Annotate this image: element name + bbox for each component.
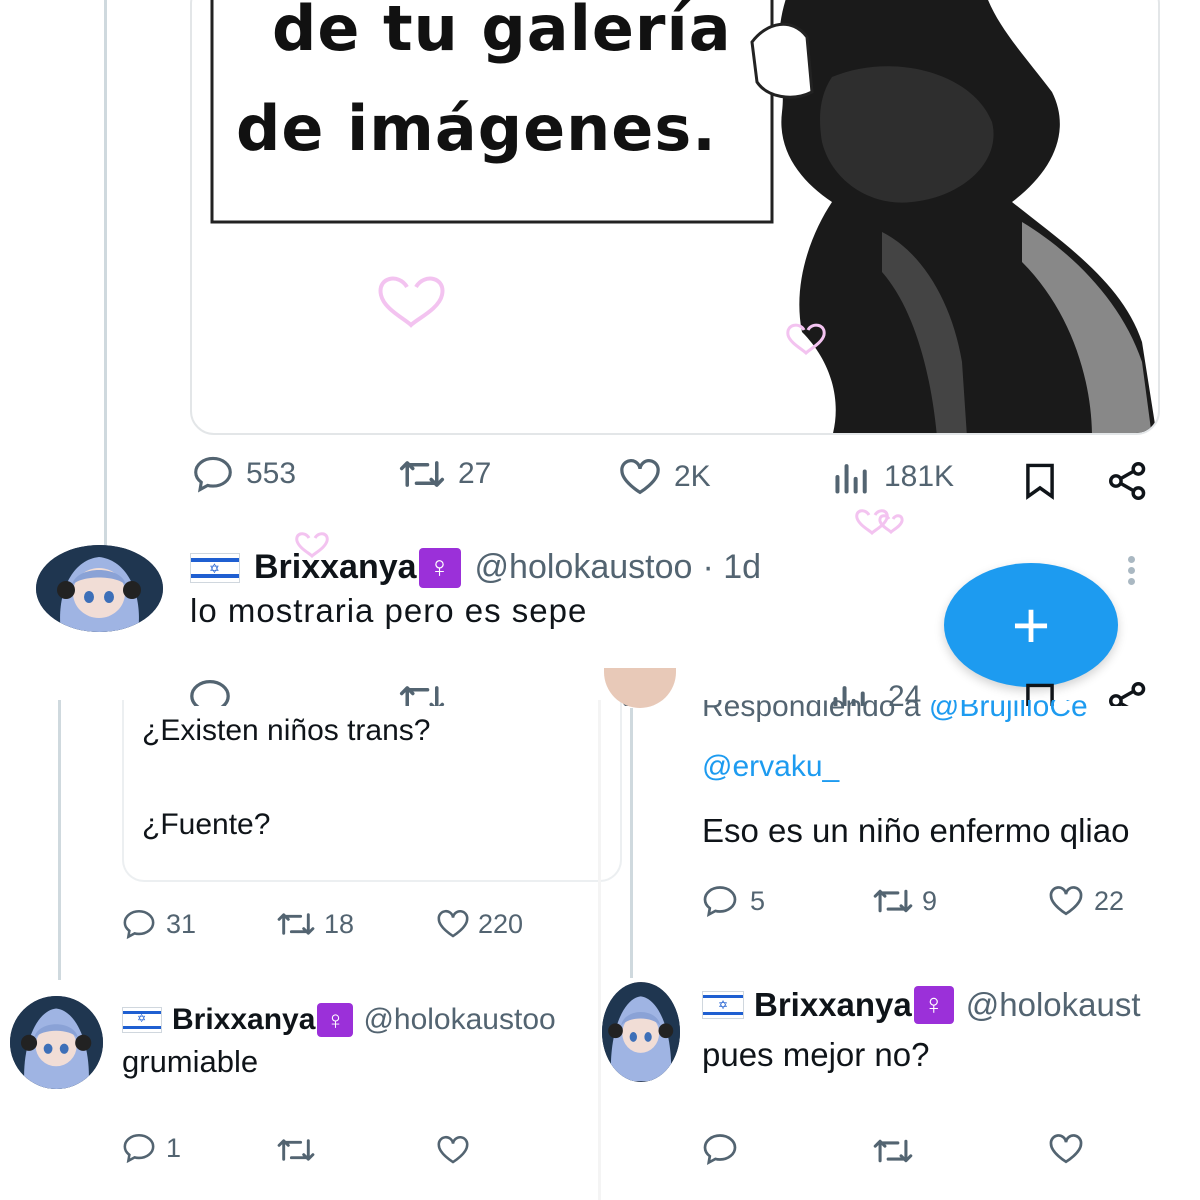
like-action[interactable]: 22: [1048, 884, 1124, 918]
replying-to: Respondiendo a @BrujilloCe: [702, 700, 1200, 734]
reply-header: ✡ Brixxanya ♀ @holokaustoo · 1d: [190, 545, 761, 590]
bookmark-button[interactable]: [1022, 462, 1058, 505]
israel-flag-icon: ✡: [702, 991, 744, 1019]
avatar[interactable]: [36, 545, 163, 632]
repost-icon: [873, 889, 913, 913]
repost-icon[interactable]: [276, 1134, 316, 1166]
israel-flag-icon: ✡: [122, 1007, 162, 1033]
repost-count: 18: [324, 908, 355, 939]
sign-line-2: de imágenes.: [236, 92, 717, 165]
replying-handle[interactable]: @BrujilloCe: [929, 700, 1088, 723]
like-count: 2K: [674, 460, 711, 493]
like-count: 22: [1094, 885, 1125, 916]
author-handle[interactable]: @holokaustoo: [475, 548, 693, 587]
reply-icon: [123, 1133, 155, 1164]
views-action[interactable]: 181K: [832, 460, 954, 494]
post-media-image[interactable]: de tu galería de imágenes.: [190, 0, 1160, 435]
venus-icon: ♀: [913, 986, 954, 1024]
reply-action[interactable]: 1: [122, 1132, 181, 1164]
manga-illustration: [210, 0, 1157, 433]
reply-header: ✡ Brixxanya ♀ @holokaustoo: [122, 1000, 598, 1040]
heart-icon[interactable]: [1048, 1132, 1084, 1166]
bookmark-icon: [1026, 463, 1054, 500]
author-name[interactable]: Brixxanya: [172, 1003, 315, 1037]
avatar[interactable]: [602, 982, 680, 1082]
author-handle[interactable]: @holokaust: [966, 986, 1141, 1024]
like-count: 220: [478, 908, 524, 939]
like-action[interactable]: 2K: [618, 458, 711, 496]
share-icon: [1109, 462, 1146, 500]
repost-action[interactable]: 27: [398, 455, 491, 493]
thread-line: [104, 0, 107, 545]
heart-icon[interactable]: [436, 1134, 470, 1166]
reply-icon[interactable]: [702, 1132, 738, 1166]
avatar[interactable]: [10, 996, 103, 1089]
venus-icon: ♀: [418, 547, 461, 588]
reply-icon: [194, 456, 232, 493]
reply-icon: [123, 909, 155, 940]
heart-icon: [1049, 886, 1083, 916]
repost-count: 27: [458, 457, 492, 490]
like-action[interactable]: 220: [436, 908, 523, 940]
author-name[interactable]: Brixxanya: [754, 986, 912, 1024]
reply-text: pues mejor no?: [702, 1036, 930, 1073]
heart-decoration: [855, 509, 904, 536]
israel-flag-icon: ✡: [190, 552, 240, 583]
author-name[interactable]: Brixxanya: [254, 548, 417, 587]
quoted-text-line-1: ¿Existen niños trans?: [142, 714, 431, 747]
reply-icon: [703, 886, 737, 918]
author-handle[interactable]: @holokaustoo: [363, 1003, 555, 1037]
repost-icon: [399, 461, 445, 487]
reply-action[interactable]: 553: [192, 455, 296, 493]
reply-count: 31: [166, 908, 197, 939]
panel-divider: [598, 700, 601, 1200]
repost-count: 9: [922, 885, 938, 916]
mention-handle[interactable]: @ervaku_: [702, 750, 839, 784]
heart-icon: [620, 459, 660, 495]
quoted-text-line-2: ¿Fuente?: [142, 808, 271, 841]
post-time: · 1d: [702, 548, 762, 586]
reply-count: 553: [246, 457, 297, 490]
reply-count: 1: [166, 1132, 182, 1163]
heart-icon: [437, 909, 469, 938]
reply-action[interactable]: 31: [122, 908, 196, 940]
reply-header: ✡ Brixxanya ♀ @holokaust: [702, 984, 1200, 1026]
views-icon: [835, 464, 867, 494]
repost-action[interactable]: 9: [872, 884, 937, 918]
reply-text: lo mostraria pero es sepe: [190, 592, 588, 629]
replying-prefix: Respondiendo a: [702, 700, 921, 723]
sign-line-1: de tu galería: [272, 0, 732, 65]
repost-action[interactable]: 18: [276, 908, 354, 940]
repost-icon: [277, 913, 315, 935]
reply-text: grumiable: [122, 1044, 259, 1079]
share-button[interactable]: [1106, 462, 1150, 505]
repost-icon[interactable]: [872, 1134, 914, 1168]
compose-button[interactable]: +: [944, 563, 1118, 687]
reply-count: 5: [750, 885, 766, 916]
views-count: 181K: [884, 460, 955, 493]
more-options-icon[interactable]: [1126, 556, 1136, 586]
venus-icon: ♀: [317, 1003, 354, 1037]
thread-line: [630, 708, 633, 978]
thread-line: [58, 700, 61, 980]
quoted-post-card[interactable]: ¿Existen niños trans? ¿Fuente?: [122, 700, 622, 882]
reply-action[interactable]: 5: [702, 884, 765, 918]
reply-text: Eso es un niño enfermo qliao: [702, 812, 1130, 849]
plus-icon: +: [1011, 588, 1051, 662]
